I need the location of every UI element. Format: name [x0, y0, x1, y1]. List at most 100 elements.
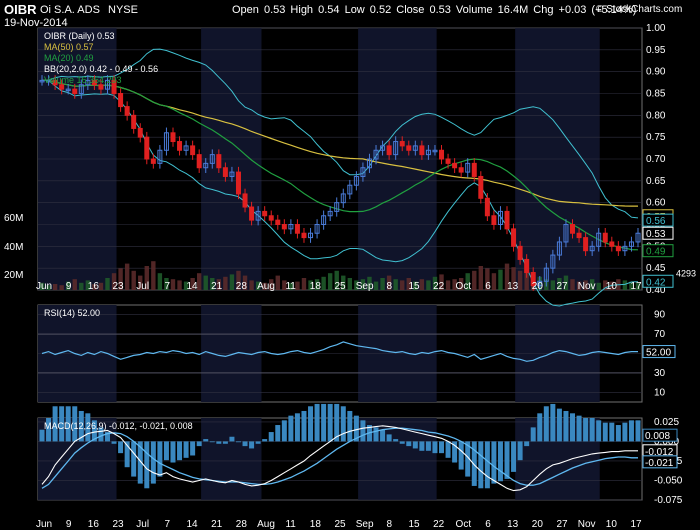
top-x-tick: 11	[285, 281, 296, 292]
ticker-symbol: OIBR	[4, 2, 37, 17]
volume-bar	[517, 270, 523, 290]
candle-body	[262, 210, 268, 217]
macd-histogram-bar	[157, 441, 163, 477]
macd-histogram-bar	[386, 434, 392, 442]
price-label: 0.49	[646, 247, 666, 258]
top-x-tick: Aug	[257, 281, 275, 292]
candle-body	[59, 84, 65, 90]
candle-body	[478, 175, 484, 199]
macd-histogram-bar	[294, 413, 300, 442]
macd-histogram-bar	[255, 441, 261, 444]
volume-bar	[498, 269, 503, 290]
candle-body	[242, 193, 248, 208]
macd-histogram-bar	[170, 441, 176, 463]
legend-ma50: MA(50) 0.57	[44, 42, 94, 52]
volume-bar	[170, 279, 176, 290]
macd-histogram-bar	[203, 439, 209, 442]
macd-histogram-bar	[458, 441, 464, 470]
macd-value-label: -0.021	[645, 458, 674, 469]
volume-bar	[596, 282, 601, 290]
volume-bar	[478, 266, 484, 290]
volume-bar	[445, 280, 451, 290]
candle-body	[484, 197, 490, 217]
volume-bar	[229, 274, 235, 290]
rsi-y-tick: 90	[654, 310, 666, 321]
rsi-y-tick: 10	[654, 387, 666, 398]
top-x-tick: 25	[334, 281, 346, 292]
volume-bar	[570, 279, 575, 290]
macd-histogram-bar	[543, 406, 549, 442]
candle-body	[419, 145, 425, 156]
candle-body	[281, 224, 287, 230]
candle-body	[615, 245, 621, 252]
macd-histogram-bar	[609, 422, 615, 442]
volume-bar	[105, 278, 110, 290]
top-x-tick: 10	[606, 281, 618, 292]
volume-bar	[347, 278, 353, 290]
top-x-tick: 27	[556, 281, 568, 292]
macd-histogram-bar	[524, 441, 530, 447]
volume-bar	[72, 279, 77, 290]
macd-histogram-bar	[321, 403, 327, 442]
volume-bar	[196, 273, 202, 290]
candle-body	[458, 167, 464, 173]
chart-date: 19-Nov-2014	[4, 17, 68, 29]
price-y-tick: 0.90	[646, 67, 666, 78]
candle-body	[137, 127, 143, 138]
volume-y-tick: 20M	[4, 270, 23, 281]
top-x-tick: 22	[433, 281, 445, 292]
bottom-x-tick: Oct	[456, 519, 472, 530]
volume-bar	[393, 279, 398, 290]
volume-bar	[301, 278, 307, 290]
top-x-tick: 16	[88, 281, 100, 292]
candle-body	[301, 232, 307, 239]
candle-body	[124, 106, 130, 116]
candle-body	[294, 224, 300, 234]
candle-body	[98, 84, 104, 90]
bottom-x-tick: Nov	[578, 519, 596, 530]
rsi-y-tick: 30	[654, 368, 666, 379]
candle-body	[504, 210, 510, 230]
candle-body	[511, 228, 517, 247]
macd-histogram-bar	[262, 439, 268, 442]
macd-y-tick: -0.050	[654, 475, 683, 486]
price-y-tick: 0.70	[646, 154, 666, 165]
volume-bar	[203, 275, 208, 290]
macd-histogram-bar	[39, 429, 45, 442]
price-y-tick: 0.45	[646, 263, 666, 274]
bottom-x-tick: 11	[285, 519, 296, 530]
bottom-x-tick: 17	[630, 519, 642, 530]
bottom-x-tick: 28	[236, 519, 248, 530]
volume-bar	[223, 276, 228, 290]
macd-histogram-bar	[150, 441, 156, 484]
macd-histogram-bar	[275, 425, 281, 442]
legend-price: OIBR (Daily) 0.53	[44, 31, 115, 41]
candle-body	[517, 245, 523, 260]
bottom-x-tick: 8	[387, 519, 393, 530]
candle-body	[72, 88, 78, 94]
macd-histogram-bar	[550, 403, 556, 442]
top-x-tick: 17	[630, 281, 642, 292]
macd-histogram-bar	[347, 410, 353, 442]
macd-histogram-bar	[308, 406, 314, 442]
volume-bar	[426, 280, 431, 290]
candle-body	[445, 158, 451, 164]
bottom-x-tick: 27	[556, 519, 568, 530]
candle-body	[118, 93, 124, 108]
macd-histogram-bar	[497, 441, 503, 482]
candle-body	[471, 162, 477, 177]
macd-histogram-bar	[163, 441, 169, 461]
bottom-x-tick: 22	[433, 519, 445, 530]
macd-histogram-bar	[583, 418, 589, 442]
bottom-x-tick: 9	[66, 519, 72, 530]
top-x-tick: Jun	[36, 281, 52, 292]
candle-body	[144, 136, 150, 160]
bottom-x-tick: 21	[211, 519, 223, 530]
volume-bar	[295, 281, 300, 290]
price-y-tick: 0.75	[646, 132, 666, 143]
top-x-tick: 20	[532, 281, 544, 292]
price-label: 0.42	[646, 277, 666, 288]
volume-bar	[249, 280, 254, 290]
bottom-x-tick: 18	[310, 519, 322, 530]
volume-bar	[177, 280, 182, 290]
